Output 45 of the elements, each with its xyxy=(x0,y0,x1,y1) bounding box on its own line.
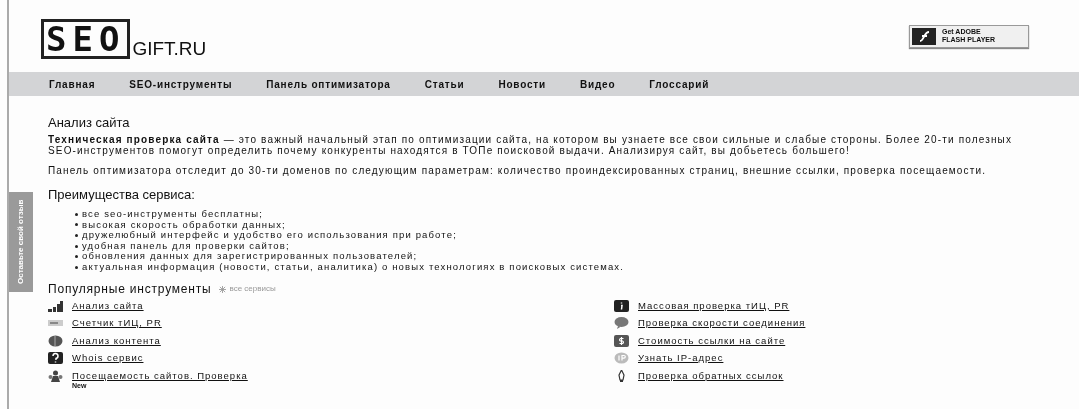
people-icon xyxy=(48,369,63,382)
tool-link[interactable]: Анализ сайта xyxy=(72,299,144,312)
info-icon xyxy=(614,299,629,312)
tool-link[interactable]: Счетчик тИЦ, PR xyxy=(72,317,162,330)
section-heading: Преимущества сервиса: xyxy=(48,187,196,203)
bullet-icon xyxy=(75,255,78,259)
nav-link[interactable]: Главная xyxy=(49,76,96,92)
signal-bars-icon xyxy=(48,299,63,312)
advantage-item: удобная панель для проверки сайтов; xyxy=(82,240,290,252)
dollar-icon xyxy=(614,334,629,347)
nav-link[interactable]: Новости xyxy=(498,76,546,92)
bullet-icon xyxy=(75,265,78,269)
flash-logo-icon xyxy=(912,27,936,45)
section-heading: Популярные инструменты xyxy=(48,281,212,297)
page-title: Анализ сайта xyxy=(48,115,131,131)
asterisk-icon xyxy=(219,285,227,293)
ball-icon xyxy=(48,334,63,347)
bullet-icon xyxy=(75,212,78,216)
nav-link[interactable]: Глоссарий xyxy=(649,76,710,92)
speech-bubble-icon xyxy=(614,317,629,330)
advantage-item: дружелюбный интерфейс и удобство его использования при работе; xyxy=(82,230,457,241)
tool-link[interactable]: Анализ контента xyxy=(72,334,161,347)
tool-link[interactable]: Проверка скорости соединения xyxy=(638,317,806,330)
tool-link[interactable]: Стоимость ссылки на сайте xyxy=(638,334,786,347)
question-icon xyxy=(48,352,63,365)
advantage-item: все seo-инструменты бесплатны; xyxy=(82,209,264,220)
advantage-item: обновления данных для зарегистрированных пользователей; xyxy=(82,251,418,262)
nav-link[interactable]: Видео xyxy=(579,76,616,92)
tool-link[interactable]: Проверка обратных ссылок xyxy=(638,369,784,382)
tool-link[interactable]: Посещаемость сайтов. Проверка xyxy=(72,369,248,382)
panel-description: Панель оптимизатора отследит до 30-ти доменов по следующим параметрам: количество проиндексированных страниц, внешние ссылки, проверка посещаемости. xyxy=(48,165,988,176)
nav-link[interactable]: SEO-инструменты xyxy=(129,76,233,92)
tool-link[interactable]: Массовая проверка тИЦ, PR xyxy=(638,299,790,312)
bullet-icon xyxy=(75,234,78,237)
advantage-item: актуальная информация (новости, статьи, аналитика) о новых технологиях в поисковых системах. xyxy=(82,261,624,273)
bullet-icon xyxy=(75,244,78,248)
bullet-icon xyxy=(75,223,78,227)
tool-link[interactable]: Узнать IP-адрес xyxy=(638,352,724,365)
nav-link[interactable]: Статьи xyxy=(424,76,465,92)
nav-link[interactable]: Панель оптимизатора xyxy=(266,76,391,92)
tool-link[interactable]: Whois сервис xyxy=(72,352,144,365)
site-logo[interactable]: SEO GIFT.RU xyxy=(41,13,207,59)
ip-circle-icon xyxy=(614,352,629,365)
advantage-item: высокая скорость обработки данных; xyxy=(82,219,286,231)
intro-paragraph: Техническая проверка сайта — это важный начальный этап по оптимизации сайта, на котором вы узнаете все свои сильные и слабые стороны. Более 20-ти полезных SEO-инструментов помогут определить почему конкуренты находятся в ТОПе поисковой выдачи. Анализируя сайт, вы добьетесь большего! xyxy=(48,134,1014,156)
